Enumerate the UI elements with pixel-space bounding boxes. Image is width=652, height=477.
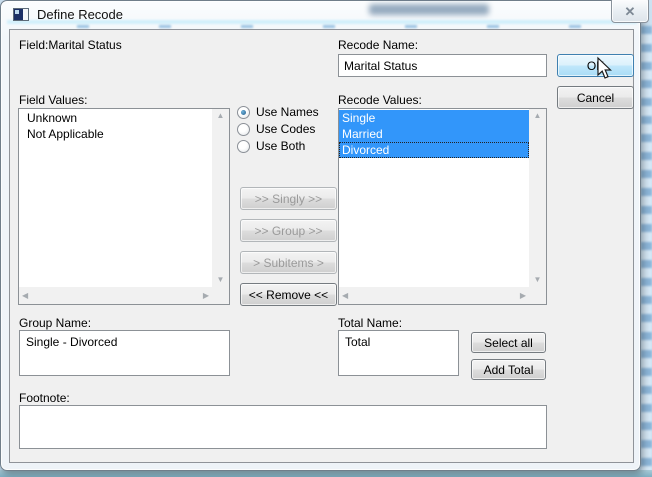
radio-use-names[interactable]: Use Names xyxy=(237,105,319,119)
scrollbar-corner xyxy=(529,287,546,304)
field-values-listbox[interactable]: Unknown Not Applicable ▲ ▼ ◀ ▶ xyxy=(18,108,230,305)
group-button[interactable]: >> Group >> xyxy=(240,219,337,242)
add-total-button[interactable]: Add Total xyxy=(471,359,546,380)
window-title: Define Recode xyxy=(37,7,123,22)
define-recode-dialog: Define Recode ✕ Field:Marital Status Rec… xyxy=(0,0,641,471)
background-window-edge xyxy=(0,470,652,477)
scrollbar-corner xyxy=(212,287,229,304)
scroll-up-icon[interactable]: ▲ xyxy=(534,112,542,120)
select-all-button[interactable]: Select all xyxy=(471,332,546,353)
scroll-right-icon[interactable]: ▶ xyxy=(203,292,209,300)
list-item-selected[interactable]: Single xyxy=(339,110,529,126)
singly-button[interactable]: >> Singly >> xyxy=(240,187,337,210)
group-name-input[interactable]: Single - Divorced xyxy=(19,330,230,376)
list-item[interactable]: Unknown xyxy=(19,110,212,126)
recode-values-items: Single Married Divorced xyxy=(339,109,529,287)
footnote-input[interactable] xyxy=(19,405,547,449)
vertical-scrollbar[interactable]: ▲ ▼ xyxy=(212,109,229,287)
radio-button-icon[interactable] xyxy=(237,123,250,136)
list-item[interactable]: Not Applicable xyxy=(19,126,212,142)
scroll-left-icon[interactable]: ◀ xyxy=(342,292,348,300)
recode-name-label: Recode Name: xyxy=(338,38,418,52)
app-icon xyxy=(13,8,29,21)
field-values-items: Unknown Not Applicable xyxy=(19,109,212,287)
field-values-label: Field Values: xyxy=(19,93,87,107)
group-name-label: Group Name: xyxy=(19,316,91,330)
recode-name-input[interactable] xyxy=(338,54,547,77)
recode-values-label: Recode Values: xyxy=(338,93,422,107)
scroll-down-icon[interactable]: ▼ xyxy=(217,276,225,284)
field-label: Field:Marital Status xyxy=(19,38,122,52)
close-icon: ✕ xyxy=(625,4,636,20)
horizontal-scrollbar[interactable]: ◀ ▶ xyxy=(339,287,529,304)
total-name-label: Total Name: xyxy=(338,316,402,330)
radio-use-both[interactable]: Use Both xyxy=(237,139,305,153)
recode-values-listbox[interactable]: Single Married Divorced ▲ ▼ ◀ ▶ xyxy=(338,108,547,305)
list-item-selected[interactable]: Married xyxy=(339,126,529,142)
total-name-input[interactable]: Total xyxy=(338,330,459,376)
footnote-label: Footnote: xyxy=(19,391,70,405)
scroll-down-icon[interactable]: ▼ xyxy=(534,276,542,284)
cancel-button[interactable]: Cancel xyxy=(557,86,634,109)
background-window-scrollbar xyxy=(641,26,652,471)
horizontal-scrollbar[interactable]: ◀ ▶ xyxy=(19,287,212,304)
subitems-button[interactable]: > Subitems > xyxy=(240,251,337,274)
title-bar[interactable]: Define Recode xyxy=(1,1,642,29)
close-button[interactable]: ✕ xyxy=(611,0,649,23)
scroll-left-icon[interactable]: ◀ xyxy=(22,292,28,300)
scroll-right-icon[interactable]: ▶ xyxy=(520,292,526,300)
list-item-selected-focused[interactable]: Divorced xyxy=(339,142,529,158)
screen: Define Recode ✕ Field:Marital Status Rec… xyxy=(0,0,652,477)
scroll-up-icon[interactable]: ▲ xyxy=(217,112,225,120)
radio-button-icon[interactable] xyxy=(237,140,250,153)
remove-button[interactable]: << Remove << xyxy=(240,283,337,306)
ok-button[interactable]: OK xyxy=(557,54,634,77)
vertical-scrollbar[interactable]: ▲ ▼ xyxy=(529,109,546,287)
radio-use-codes[interactable]: Use Codes xyxy=(237,122,315,136)
radio-button-icon[interactable] xyxy=(237,106,250,119)
